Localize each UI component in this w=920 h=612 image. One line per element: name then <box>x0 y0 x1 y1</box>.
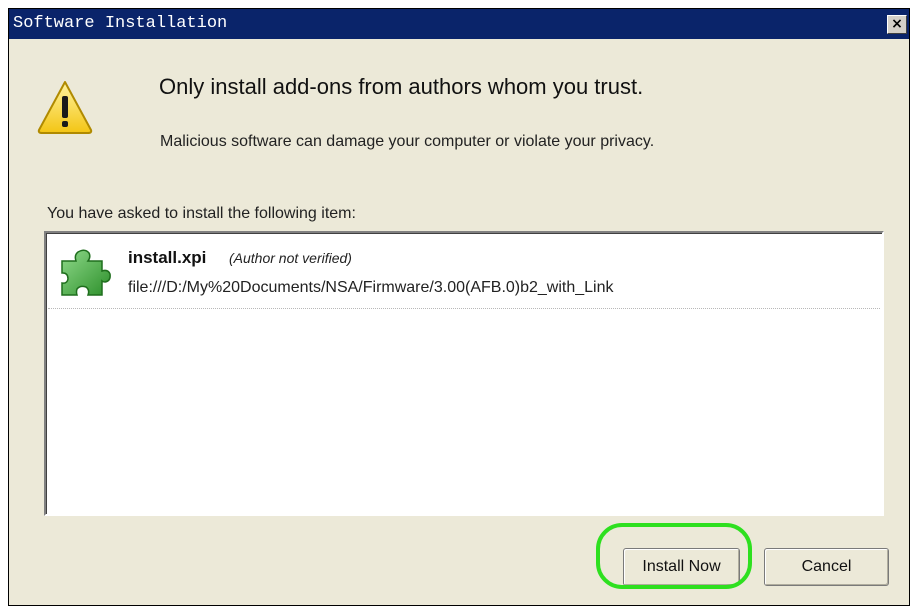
cancel-button[interactable]: Cancel <box>764 548 889 586</box>
warning-headline: Only install add-ons from authors whom y… <box>159 74 644 99</box>
warning-subline: Malicious software can damage your compu… <box>160 133 655 150</box>
list-item[interactable]: install.xpi (Author not verified) file:/… <box>48 235 880 309</box>
close-button[interactable]: × <box>887 15 907 34</box>
item-name: install.xpi <box>128 248 207 267</box>
warning-triangle-icon <box>37 81 93 134</box>
software-installation-dialog: Software Installation × Only install add… <box>8 8 910 606</box>
install-item-list[interactable]: install.xpi (Author not verified) file:/… <box>44 231 884 516</box>
install-now-button[interactable]: Install Now <box>623 548 740 586</box>
puzzle-piece-icon <box>61 249 111 296</box>
title-bar[interactable]: Software Installation × <box>9 9 909 39</box>
item-author-status: (Author not verified) <box>229 250 352 266</box>
install-list-label: You have asked to install the following … <box>47 205 356 222</box>
close-icon: × <box>891 16 903 32</box>
item-url: file:///D:/My%20Documents/NSA/Firmware/3… <box>128 279 614 296</box>
window-title: Software Installation <box>13 14 228 33</box>
